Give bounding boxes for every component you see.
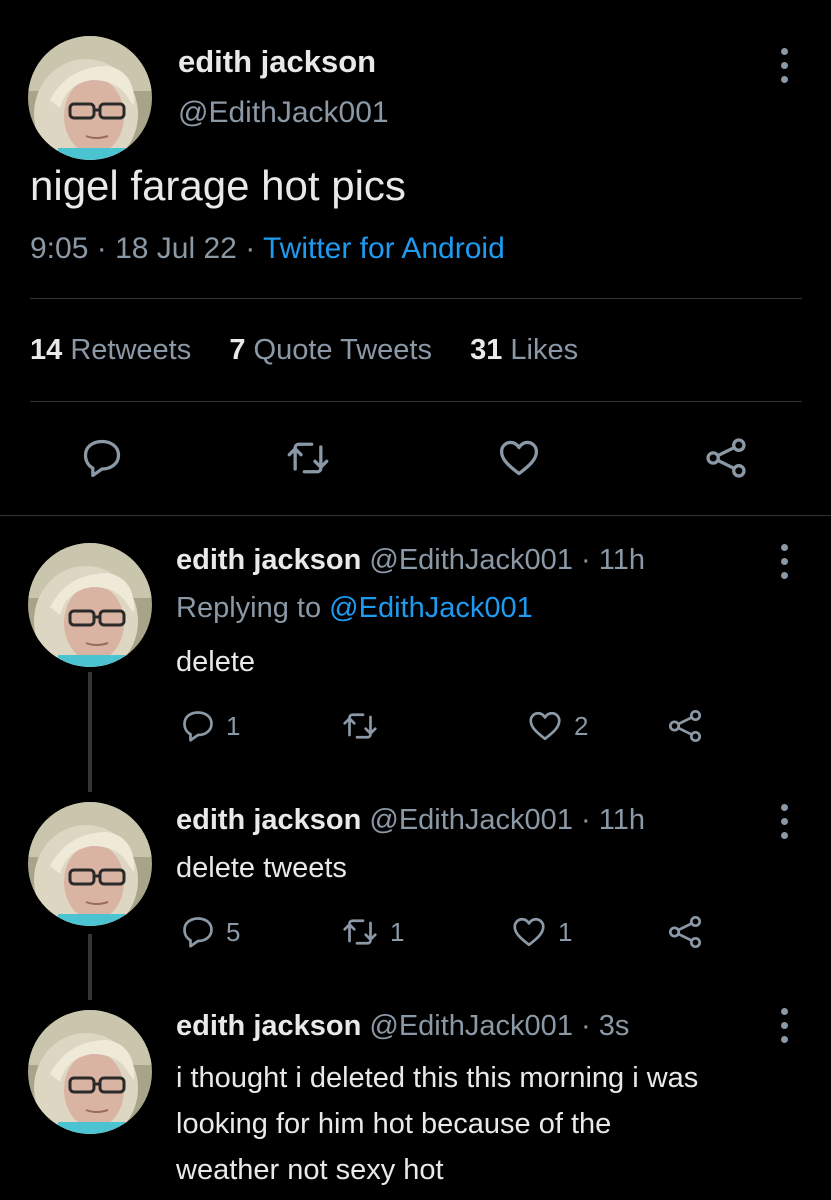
- reply-text: delete tweets: [176, 852, 347, 884]
- tweet-meta: 9:05 · 18 Jul 22 · Twitter for Android: [30, 232, 505, 266]
- likes-stat[interactable]: 31 Likes: [470, 334, 578, 366]
- meta-separator: ·: [96, 232, 107, 265]
- retweets-stat[interactable]: 14 Retweets: [30, 334, 191, 366]
- reply-age[interactable]: 3s: [599, 1010, 630, 1042]
- reply-button[interactable]: [80, 436, 124, 480]
- replying-to-handle[interactable]: @EdithJack001: [329, 592, 533, 624]
- reply-text: i thought i deleted this this morning i …: [176, 1055, 698, 1193]
- reply-text-line: weather not sexy hot: [176, 1154, 444, 1186]
- author-handle[interactable]: @EdithJack001: [369, 1010, 573, 1042]
- reply-button[interactable]: 1: [180, 708, 240, 744]
- share-button[interactable]: [704, 436, 748, 480]
- avatar[interactable]: [28, 1010, 152, 1134]
- tweet-time: 9:05: [30, 232, 89, 265]
- avatar[interactable]: [28, 36, 152, 160]
- reply-header: edith jackson @EdithJack001 · 3s: [176, 1010, 629, 1043]
- reply-age[interactable]: 11h: [599, 544, 645, 576]
- avatar[interactable]: [28, 802, 152, 926]
- retweets-label: Retweets: [70, 334, 192, 366]
- divider: [30, 401, 802, 402]
- reply-icon: [180, 708, 216, 744]
- divider: [0, 515, 831, 516]
- share-button[interactable]: [666, 914, 704, 950]
- reply-text: delete: [176, 646, 256, 678]
- reply-age[interactable]: 11h: [599, 804, 645, 836]
- retweet-icon: [340, 708, 380, 744]
- like-count: 1: [558, 916, 573, 947]
- more-icon[interactable]: [777, 804, 791, 839]
- divider: [30, 298, 802, 299]
- meta-separator: ·: [581, 804, 591, 836]
- like-button[interactable]: 1: [510, 914, 572, 950]
- more-icon[interactable]: [777, 544, 791, 579]
- author-name[interactable]: edith jackson: [178, 44, 376, 80]
- thread-line: [88, 934, 92, 1000]
- meta-separator: ·: [581, 1010, 591, 1042]
- author-name[interactable]: edith jackson: [176, 544, 361, 576]
- like-count: 2: [574, 710, 589, 741]
- likes-count: 31: [470, 334, 503, 366]
- reply-header: edith jackson @EdithJack001 · 11h: [176, 544, 645, 577]
- reply-header: edith jackson @EdithJack001 · 11h: [176, 804, 645, 837]
- tweet-date: 18 Jul 22: [115, 232, 237, 265]
- tweet-source-link[interactable]: Twitter for Android: [263, 232, 505, 265]
- retweet-count: 1: [390, 916, 405, 947]
- share-button[interactable]: [666, 708, 704, 744]
- author-handle[interactable]: @EdithJack001: [369, 544, 573, 576]
- quotes-count: 7: [229, 334, 246, 366]
- reply-button[interactable]: 5: [180, 914, 240, 950]
- retweet-button[interactable]: 1: [340, 914, 404, 950]
- reply-icon: [80, 436, 124, 480]
- retweet-icon: [284, 436, 332, 480]
- reply-text-line: looking for him hot because of the: [176, 1108, 612, 1140]
- share-icon: [666, 708, 704, 744]
- retweets-count: 14: [30, 334, 63, 366]
- thread-line: [88, 672, 92, 792]
- like-icon: [526, 708, 564, 744]
- replying-to-label: Replying to: [176, 592, 322, 624]
- likes-label: Likes: [510, 334, 579, 366]
- author-handle[interactable]: @EdithJack001: [369, 804, 573, 836]
- like-button[interactable]: [496, 436, 542, 480]
- like-icon: [510, 914, 548, 950]
- tweet-stats: 14 Retweets 7 Quote Tweets 31 Likes: [30, 334, 578, 367]
- avatar[interactable]: [28, 543, 152, 667]
- reply-text-line: i thought i deleted this this morning i …: [176, 1062, 699, 1094]
- author-handle[interactable]: @EdithJack001: [178, 96, 389, 130]
- reply-icon: [180, 914, 216, 950]
- more-icon[interactable]: [777, 48, 791, 83]
- quotes-stat[interactable]: 7 Quote Tweets: [229, 334, 432, 366]
- author-name[interactable]: edith jackson: [176, 1010, 361, 1042]
- like-icon: [496, 436, 542, 480]
- meta-separator: ·: [245, 232, 256, 265]
- share-icon: [704, 436, 748, 480]
- meta-separator: ·: [581, 544, 591, 576]
- retweet-button[interactable]: [284, 436, 332, 480]
- tweet-text: nigel farage hot pics: [30, 162, 406, 209]
- quotes-label: Quote Tweets: [253, 334, 432, 366]
- replying-to: Replying to @EdithJack001: [176, 592, 533, 625]
- like-button[interactable]: 2: [526, 708, 588, 744]
- retweet-button[interactable]: [340, 708, 390, 744]
- more-icon[interactable]: [777, 1008, 791, 1043]
- author-name[interactable]: edith jackson: [176, 804, 361, 836]
- retweet-icon: [340, 914, 380, 950]
- share-icon: [666, 914, 704, 950]
- reply-count: 1: [226, 710, 241, 741]
- reply-count: 5: [226, 916, 241, 947]
